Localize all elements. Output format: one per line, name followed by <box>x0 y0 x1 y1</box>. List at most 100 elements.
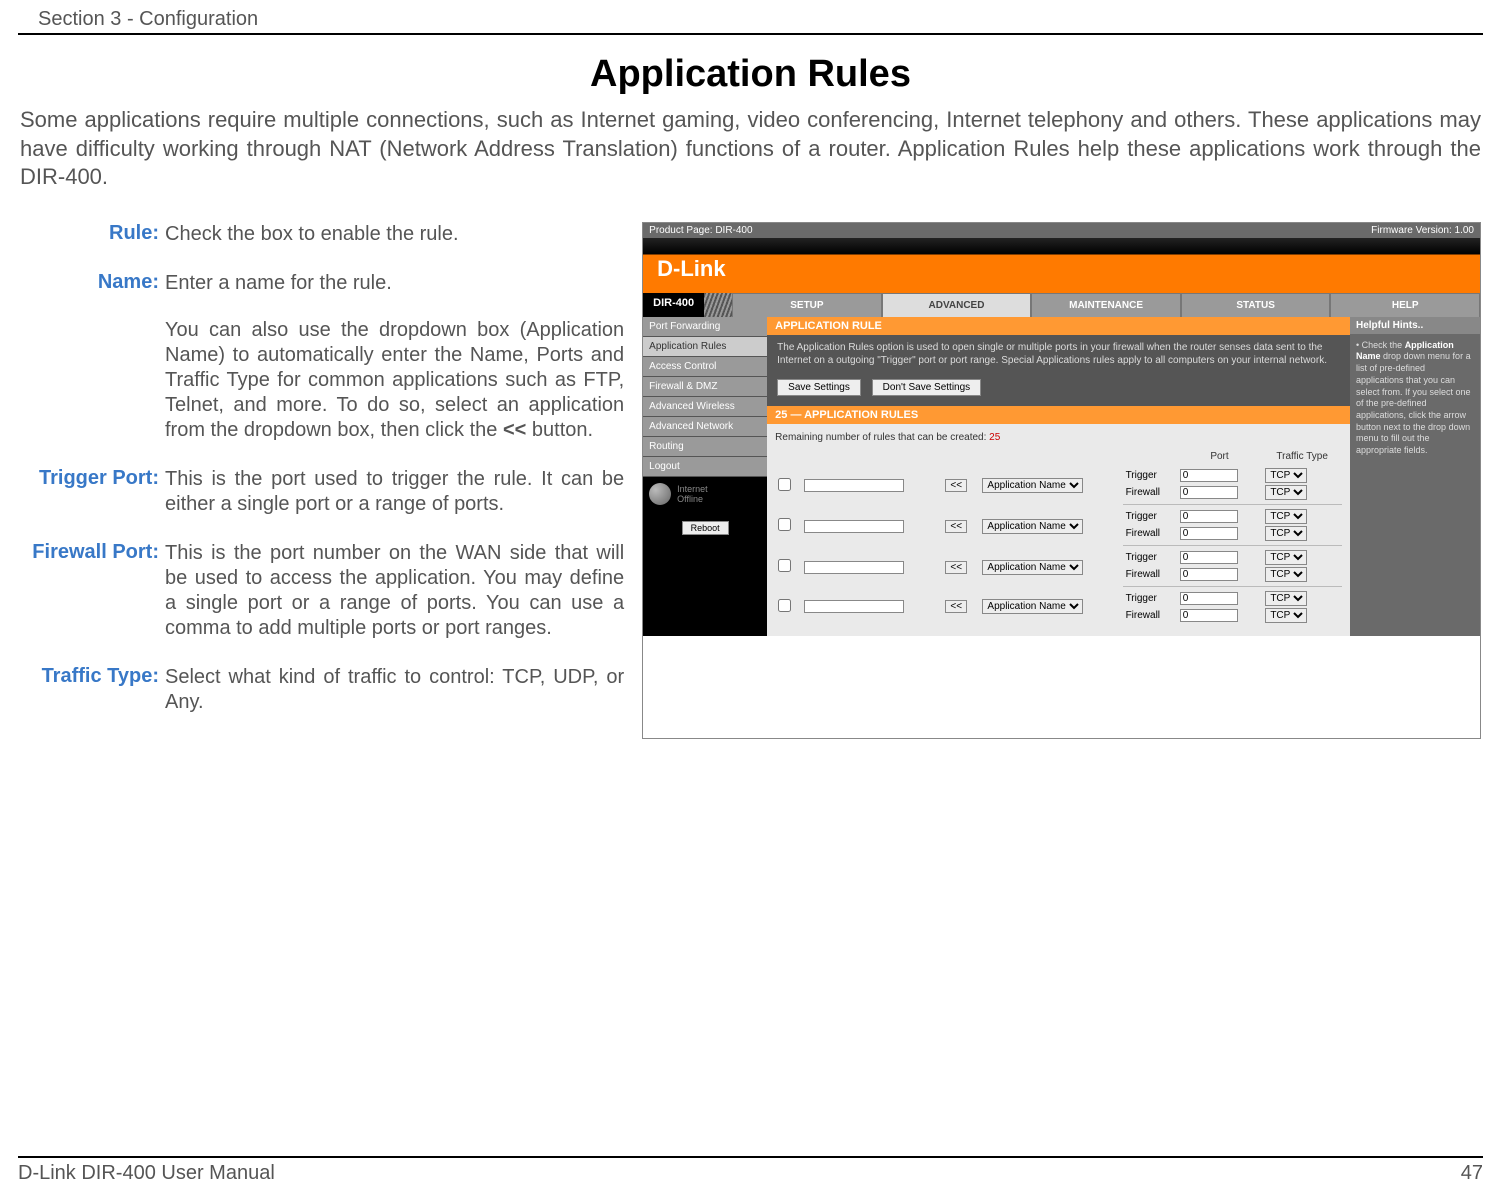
def-firewall-label: Firewall Port: <box>20 541 165 641</box>
save-settings-button[interactable]: Save Settings <box>777 379 861 396</box>
def-rule-text: Check the box to enable the rule. <box>165 222 459 247</box>
footer: D-Link DIR-400 User Manual 47 <box>18 1156 1483 1185</box>
topbar: Product Page: DIR-400 Firmware Version: … <box>643 223 1480 238</box>
firewall-port-input[interactable] <box>1180 568 1238 581</box>
internet-status: InternetOffline <box>643 477 767 511</box>
stripes-decor <box>704 293 732 317</box>
sidenav-port-forwarding[interactable]: Port Forwarding <box>643 317 767 337</box>
col-port: Port <box>1177 449 1263 464</box>
trigger-port-input[interactable] <box>1180 469 1238 482</box>
def-rule: Rule: Check the box to enable the rule. <box>20 222 624 247</box>
rule-name-input[interactable] <box>804 520 904 533</box>
sidenav-firewall-dmz[interactable]: Firewall & DMZ <box>643 377 767 397</box>
def-trigger-label: Trigger Port: <box>20 467 165 517</box>
trigger-type-select[interactable]: TCP <box>1265 591 1307 606</box>
rule-name-input[interactable] <box>804 561 904 574</box>
footer-left: D-Link DIR-400 User Manual <box>18 1162 275 1185</box>
rule-enable-checkbox[interactable] <box>778 559 791 572</box>
rules-body: Remaining number of rules that can be cr… <box>767 424 1350 636</box>
trigger-port-input[interactable] <box>1180 551 1238 564</box>
tab-help[interactable]: HELP <box>1330 293 1480 317</box>
remaining-rules: Remaining number of rules that can be cr… <box>775 430 1342 449</box>
def-name-text: Enter a name for the rule. You can also … <box>165 271 624 443</box>
copy-app-button[interactable]: << <box>945 520 967 533</box>
copy-app-button[interactable]: << <box>945 600 967 613</box>
firewall-port-input[interactable] <box>1180 527 1238 540</box>
globe-icon <box>649 483 671 505</box>
def-trigger: Trigger Port: This is the port used to t… <box>20 467 624 517</box>
firewall-port-input[interactable] <box>1180 486 1238 499</box>
sidenav: Port Forwarding Application Rules Access… <box>643 317 767 636</box>
intro-paragraph: Some applications require multiple conne… <box>0 96 1501 192</box>
content-area: Rule: Check the box to enable the rule. … <box>0 192 1501 739</box>
application-name-select[interactable]: Application Name <box>982 519 1083 534</box>
panel-buttons: Save Settings Don't Save Settings <box>767 373 1350 406</box>
rule-row: << Application Name Trigger TCP <box>775 545 1342 566</box>
trigger-label: Trigger <box>1123 464 1177 484</box>
def-traffic: Traffic Type: Select what kind of traffi… <box>20 665 624 715</box>
def-traffic-label: Traffic Type: <box>20 665 165 715</box>
tab-setup[interactable]: SETUP <box>732 293 882 317</box>
firewall-port-input[interactable] <box>1180 609 1238 622</box>
brand-logo: D-Link <box>657 256 725 282</box>
tab-maintenance[interactable]: MAINTENANCE <box>1031 293 1181 317</box>
trigger-port-input[interactable] <box>1180 510 1238 523</box>
hints-header: Helpful Hints.. <box>1350 317 1480 334</box>
dont-save-settings-button[interactable]: Don't Save Settings <box>872 379 982 396</box>
firewall-label: Firewall <box>1123 525 1177 546</box>
trigger-port-input[interactable] <box>1180 592 1238 605</box>
rule-row: << Application Name Trigger TCP <box>775 586 1342 607</box>
product-page-label: Product Page: DIR-400 <box>649 225 752 236</box>
panel-header-app-rule: APPLICATION RULE <box>767 317 1350 335</box>
application-name-select[interactable]: Application Name <box>982 478 1083 493</box>
section-header: Section 3 - Configuration <box>18 0 1483 35</box>
application-name-select[interactable]: Application Name <box>982 560 1083 575</box>
firewall-label: Firewall <box>1123 607 1177 624</box>
panel-description: The Application Rules option is used to … <box>767 335 1350 373</box>
firewall-label: Firewall <box>1123 484 1177 505</box>
firewall-type-select[interactable]: TCP <box>1265 608 1307 623</box>
trigger-label: Trigger <box>1123 504 1177 525</box>
trigger-type-select[interactable]: TCP <box>1265 509 1307 524</box>
rule-row: << Application Name Trigger TCP <box>775 464 1342 484</box>
firmware-version: Firmware Version: 1.00 <box>1371 225 1474 236</box>
trigger-type-select[interactable]: TCP <box>1265 550 1307 565</box>
rule-name-input[interactable] <box>804 479 904 492</box>
tab-advanced[interactable]: ADVANCED <box>882 293 1032 317</box>
rule-enable-checkbox[interactable] <box>778 478 791 491</box>
firewall-label: Firewall <box>1123 566 1177 587</box>
trigger-label: Trigger <box>1123 545 1177 566</box>
rule-enable-checkbox[interactable] <box>778 518 791 531</box>
firewall-type-select[interactable]: TCP <box>1265 567 1307 582</box>
application-name-select[interactable]: Application Name <box>982 599 1083 614</box>
page-number: 47 <box>1461 1162 1483 1185</box>
brand-bar: D-Link <box>643 238 1480 293</box>
sidenav-advanced-wireless[interactable]: Advanced Wireless <box>643 397 767 417</box>
tab-status[interactable]: STATUS <box>1181 293 1331 317</box>
copy-app-button[interactable]: << <box>945 561 967 574</box>
nav-tabs: SETUP ADVANCED MAINTENANCE STATUS HELP <box>732 293 1480 317</box>
sidenav-application-rules[interactable]: Application Rules <box>643 337 767 357</box>
def-trigger-text: This is the port used to trigger the rul… <box>165 467 624 517</box>
sidenav-routing[interactable]: Routing <box>643 437 767 457</box>
page-title: Application Rules <box>0 53 1501 96</box>
panel-header-rules: 25 — APPLICATION RULES <box>767 406 1350 424</box>
def-traffic-text: Select what kind of traffic to control: … <box>165 665 624 715</box>
rules-table: Port Traffic Type << Application Name Tr… <box>775 449 1342 624</box>
rule-enable-checkbox[interactable] <box>778 599 791 612</box>
col-traffic-type: Traffic Type <box>1262 449 1342 464</box>
rule-name-input[interactable] <box>804 600 904 613</box>
router-ui-screenshot: Product Page: DIR-400 Firmware Version: … <box>642 222 1481 739</box>
sidenav-logout[interactable]: Logout <box>643 457 767 477</box>
def-name-p2: You can also use the dropdown box (Appli… <box>165 318 624 443</box>
trigger-type-select[interactable]: TCP <box>1265 468 1307 483</box>
def-name-p1: Enter a name for the rule. <box>165 271 624 296</box>
rule-row: << Application Name Trigger TCP <box>775 504 1342 525</box>
copy-app-button[interactable]: << <box>945 479 967 492</box>
sidenav-advanced-network[interactable]: Advanced Network <box>643 417 767 437</box>
reboot-button[interactable]: Reboot <box>682 521 729 535</box>
firewall-type-select[interactable]: TCP <box>1265 526 1307 541</box>
model-tab: DIR-400 <box>643 293 704 317</box>
firewall-type-select[interactable]: TCP <box>1265 485 1307 500</box>
sidenav-access-control[interactable]: Access Control <box>643 357 767 377</box>
